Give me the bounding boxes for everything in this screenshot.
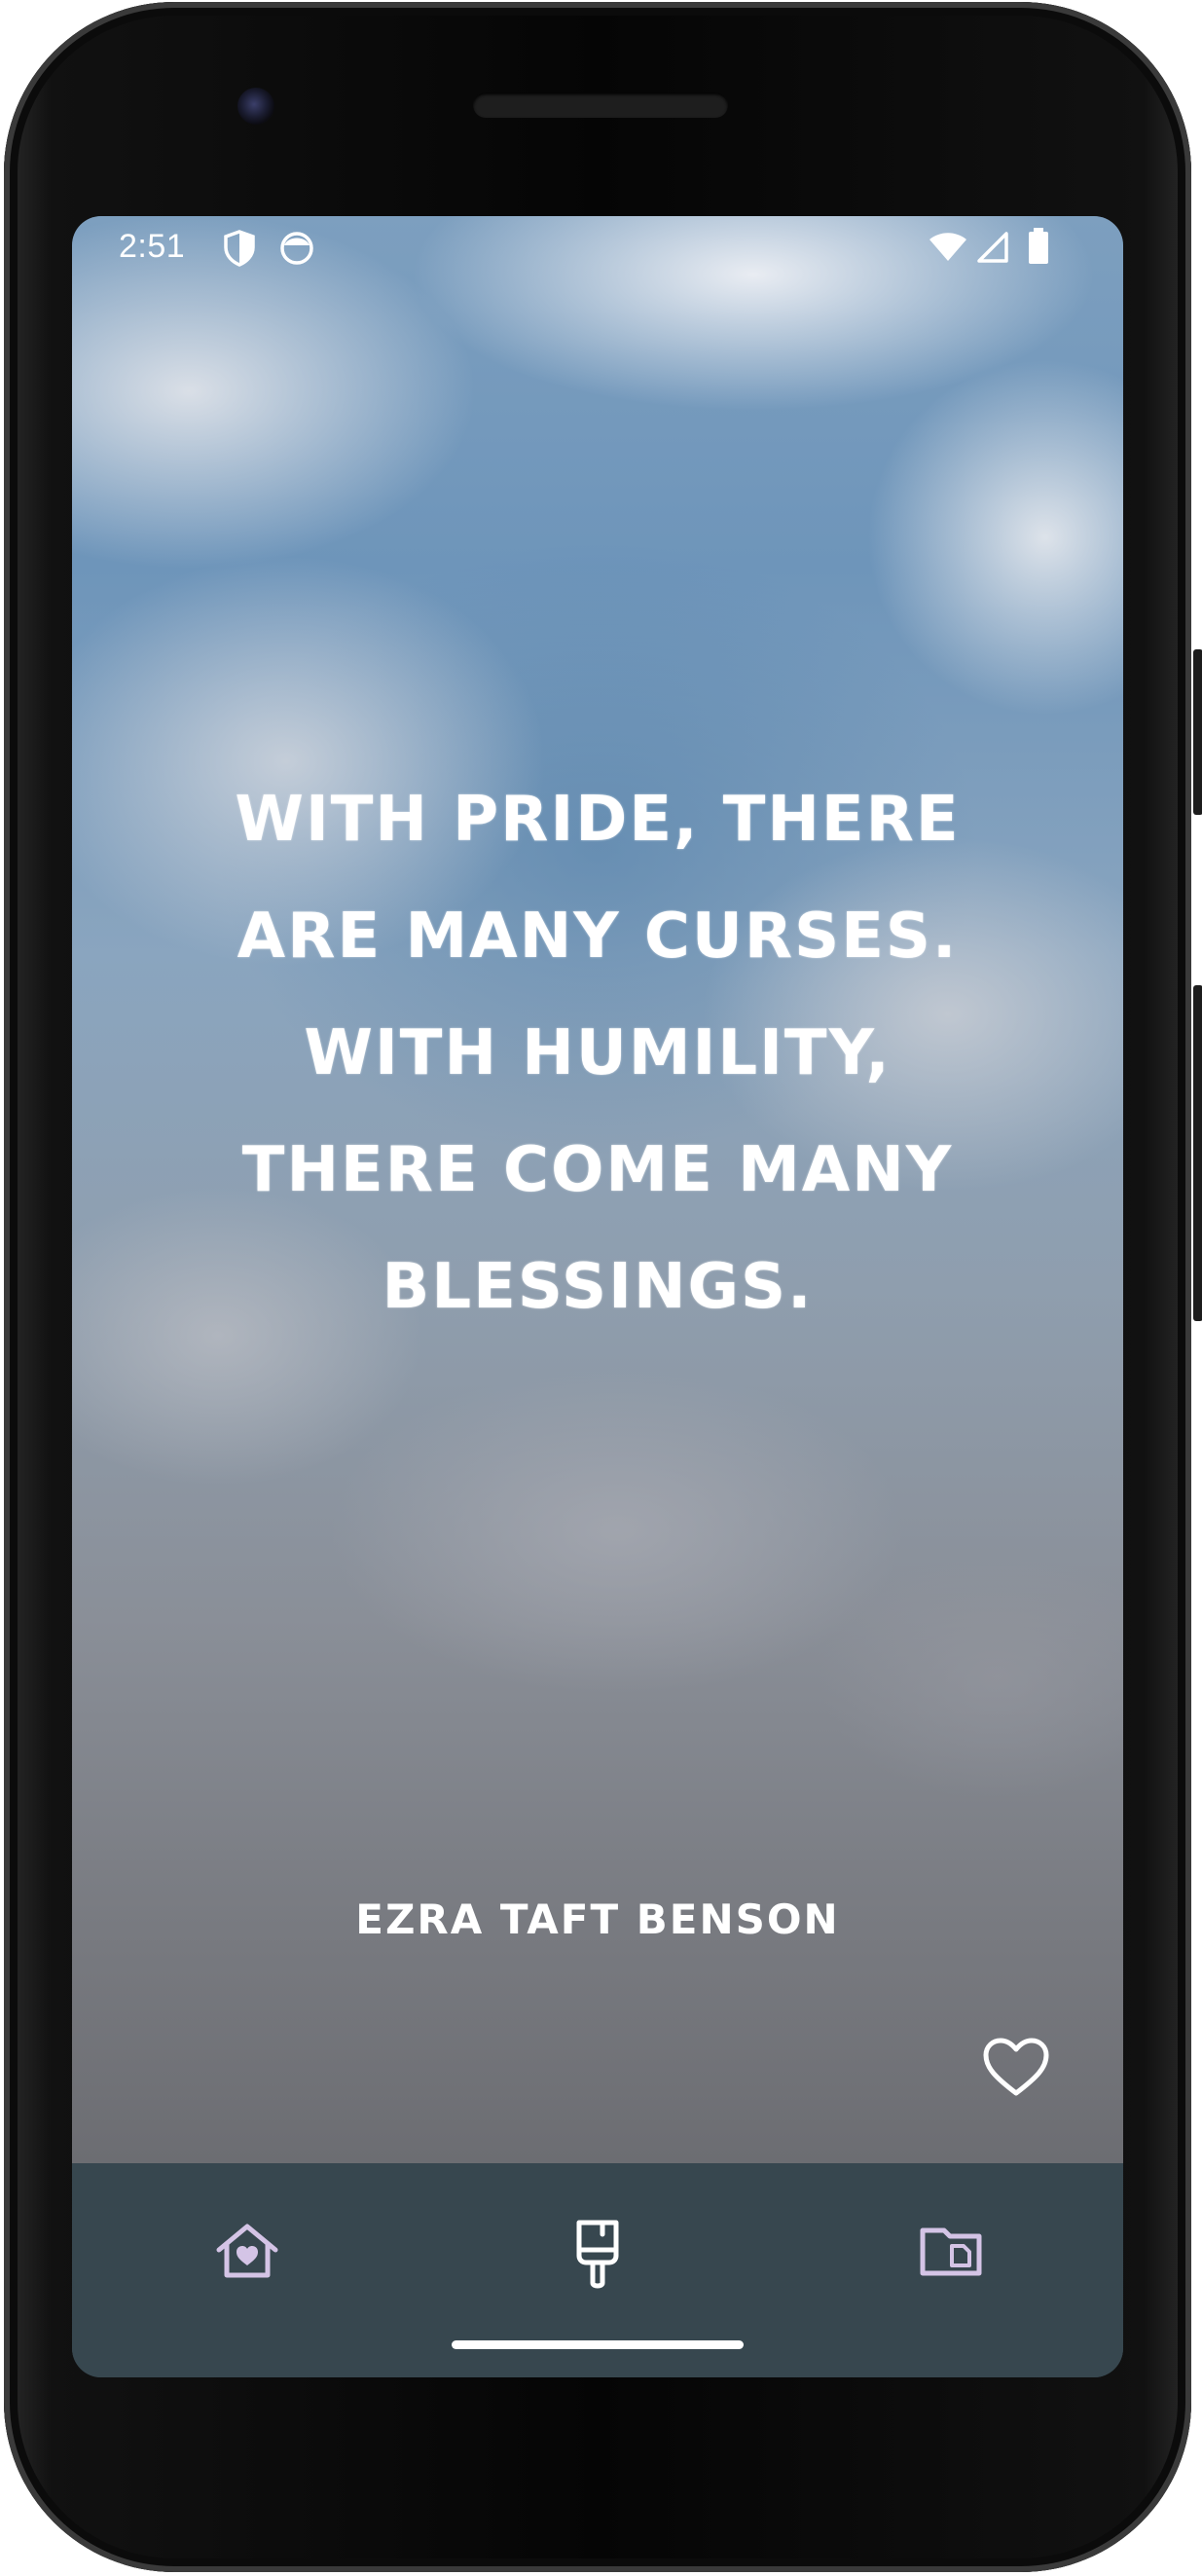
status-bar: 2:51 [72, 216, 1123, 280]
bottom-navigation [72, 2163, 1123, 2377]
wifi-icon [929, 232, 967, 267]
power-button [1193, 649, 1202, 815]
shield-icon [223, 230, 256, 271]
folder-icon [920, 2227, 982, 2276]
face-icon [278, 230, 315, 271]
volume-button [1193, 985, 1202, 1321]
gesture-navigation-bar[interactable] [452, 2340, 744, 2349]
nav-item-home[interactable] [213, 2217, 281, 2285]
quote-text: With pride, there are many curses. With … [235, 784, 961, 1323]
quote-author: Ezra Taft Benson [355, 1895, 840, 1943]
favorite-button[interactable] [982, 2037, 1050, 2099]
nav-item-themes[interactable] [564, 2217, 632, 2289]
status-time: 2:51 [119, 228, 186, 265]
heart-outline-icon [983, 2038, 1049, 2096]
battery-icon [1028, 228, 1049, 269]
home-heart-icon [216, 2224, 278, 2278]
nav-item-collections[interactable] [917, 2217, 985, 2285]
brush-icon [576, 2220, 619, 2289]
front-camera [237, 88, 274, 125]
phone-frame: 2:51 WITH PRIDE, THERE ARE MANY CURSES. … [4, 2, 1202, 2572]
screen: 2:51 WITH PRIDE, THERE ARE MANY CURSES. … [72, 216, 1123, 2377]
signal-icon [975, 232, 1008, 267]
earpiece-speaker [473, 92, 728, 118]
